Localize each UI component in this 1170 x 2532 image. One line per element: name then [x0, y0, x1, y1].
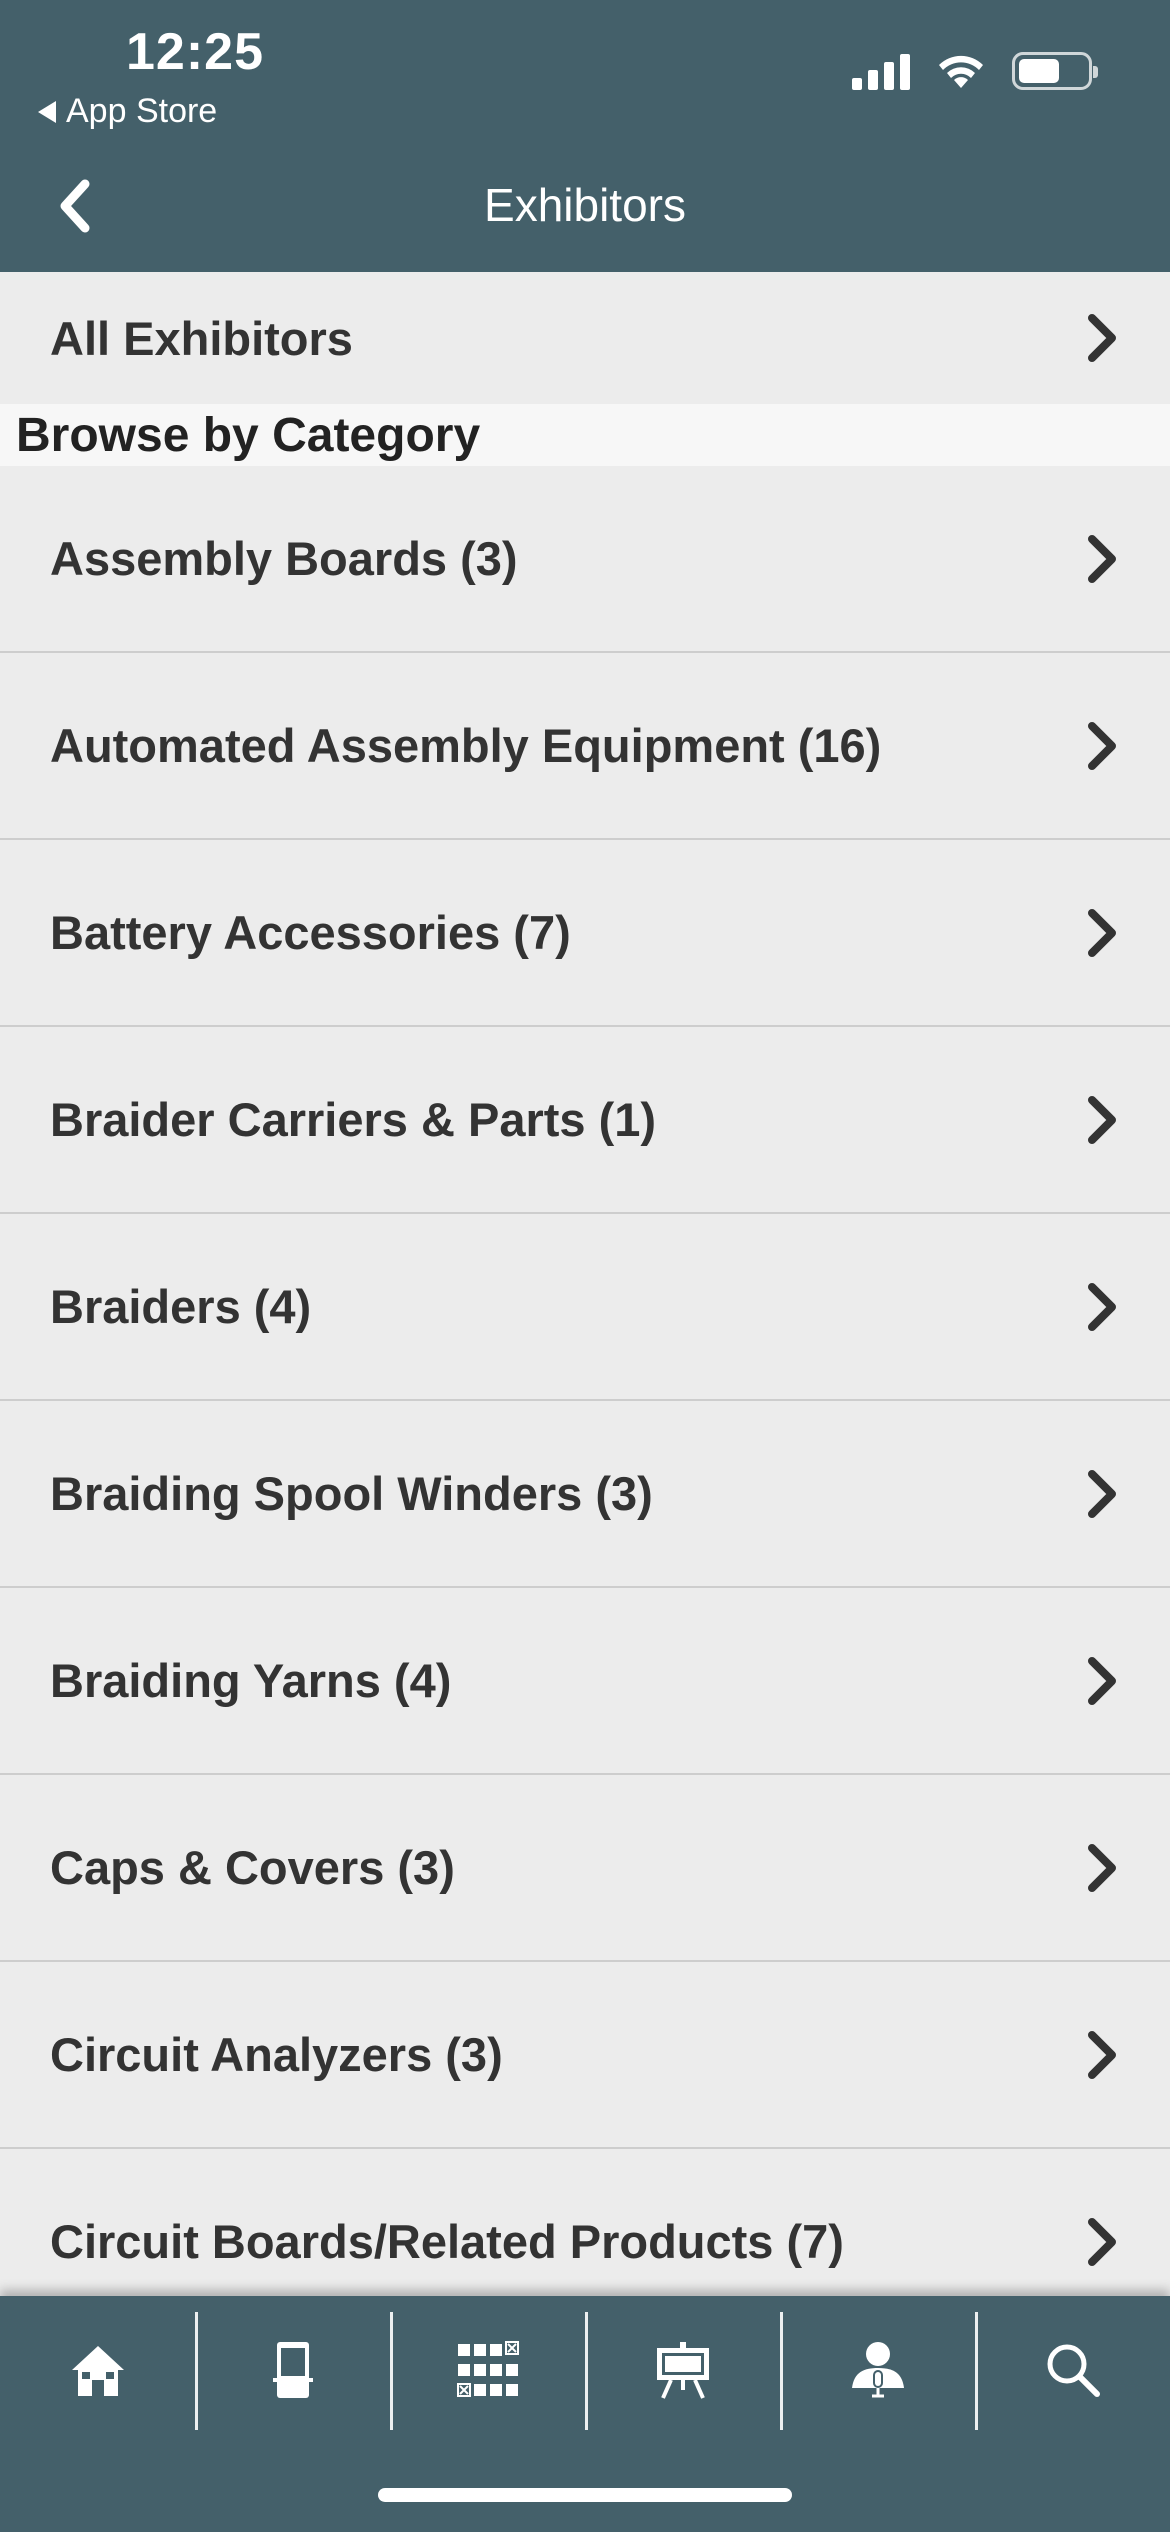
tab-sessions[interactable] — [585, 2304, 780, 2436]
floorplan-icon — [456, 2341, 519, 2397]
category-label: Battery Accessories (7) — [50, 906, 571, 959]
category-label: Braiding Spool Winders (3) — [50, 1467, 653, 1520]
booth-icon — [272, 2342, 313, 2398]
all-exhibitors-row[interactable]: All Exhibitors — [0, 272, 1170, 404]
category-label: Braiding Yarns (4) — [50, 1654, 452, 1707]
back-triangle-icon — [38, 100, 56, 123]
wifi-icon — [939, 55, 983, 88]
tab-booths[interactable] — [195, 2304, 390, 2436]
tab-search[interactable] — [975, 2304, 1170, 2436]
category-label: Circuit Analyzers (3) — [50, 2028, 503, 2081]
category-list: Assembly Boards (3) Automated Assembly E… — [0, 466, 1170, 2336]
back-to-app-store[interactable]: App Store — [38, 92, 217, 131]
tab-home[interactable] — [0, 2304, 195, 2436]
category-label: Circuit Boards/Related Products (7) — [50, 2215, 844, 2268]
category-label: Automated Assembly Equipment (16) — [50, 719, 882, 772]
chevron-right-icon — [1088, 721, 1116, 770]
home-icon — [71, 2346, 124, 2396]
search-icon — [1047, 2344, 1100, 2397]
list-item[interactable]: Assembly Boards (3) — [0, 466, 1170, 653]
list-item[interactable]: Braider Carriers & Parts (1) — [0, 1027, 1170, 1214]
section-header: Browse by Category — [0, 404, 1170, 466]
list-item[interactable]: Braiding Yarns (4) — [0, 1588, 1170, 1775]
category-label: Caps & Covers (3) — [50, 1841, 455, 1894]
chevron-right-icon — [1088, 1469, 1116, 1518]
list-item[interactable]: Battery Accessories (7) — [0, 840, 1170, 1027]
chevron-right-icon — [1088, 1095, 1116, 1144]
list-item[interactable]: Automated Assembly Equipment (16) — [0, 653, 1170, 840]
category-label: Braider Carriers & Parts (1) — [50, 1093, 657, 1146]
chevron-right-icon — [1088, 908, 1116, 957]
chevron-right-icon — [1088, 1843, 1116, 1892]
chevron-right-icon — [1088, 1282, 1116, 1331]
status-icons — [852, 52, 1098, 90]
battery-icon — [1012, 52, 1098, 90]
speaker-icon — [851, 2342, 904, 2398]
tab-speakers[interactable] — [780, 2304, 975, 2436]
cellular-signal-icon — [852, 52, 910, 90]
list-item[interactable]: Caps & Covers (3) — [0, 1775, 1170, 1962]
page-title: Exhibitors — [484, 179, 686, 231]
tab-floorplan[interactable] — [390, 2304, 585, 2436]
chevron-right-icon — [1088, 534, 1116, 583]
status-time: 12:25 — [126, 23, 264, 81]
top-bar: 12:25 App Store Exhibitors — [0, 0, 1170, 272]
list-item[interactable]: Circuit Analyzers (3) — [0, 1962, 1170, 2149]
list-item[interactable]: Braiding Spool Winders (3) — [0, 1401, 1170, 1588]
back-app-label: App Store — [66, 92, 218, 130]
presentation-icon — [656, 2342, 709, 2399]
list-item[interactable]: Braiders (4) — [0, 1214, 1170, 1401]
category-label: Braiders (4) — [50, 1280, 312, 1333]
chevron-right-icon — [1088, 314, 1116, 362]
chevron-right-icon — [1088, 1656, 1116, 1705]
chevron-right-icon — [1088, 2217, 1116, 2266]
chevron-right-icon — [1088, 2030, 1116, 2079]
category-label: Assembly Boards (3) — [50, 532, 518, 585]
home-indicator[interactable] — [378, 2488, 792, 2502]
all-exhibitors-label: All Exhibitors — [50, 311, 353, 365]
